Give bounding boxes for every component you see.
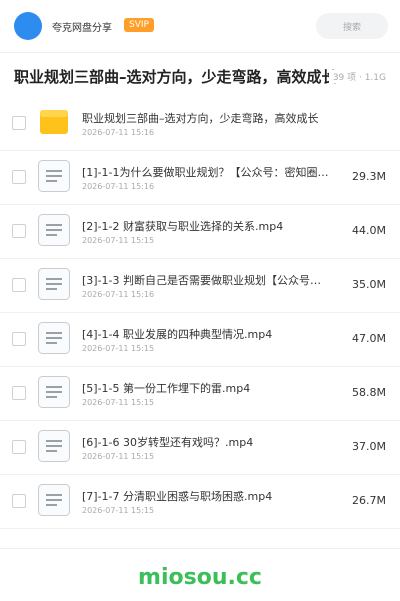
- file-date: 2026-07-11 15:16: [82, 128, 155, 137]
- file-date: 2026-07-11 15:15: [82, 344, 155, 353]
- file-size: 58.8M: [352, 386, 386, 399]
- file-size: 29.3M: [352, 170, 386, 183]
- file-name: [3]-1-3 判断自己是否需要做职业规划【公众号…: [82, 274, 322, 287]
- file-name: [2]-1-2 财富获取与职业选择的关系.mp4: [82, 220, 284, 233]
- file-row[interactable]: [1]-1-1为什么要做职业规划？【公众号：密知圈… 2026-07-11 15…: [0, 150, 400, 205]
- watermark: miosou.cc: [138, 565, 262, 590]
- file-name: [4]-1-4 职业发展的四种典型情况.mp4: [82, 328, 273, 341]
- document-icon: [38, 268, 70, 300]
- file-name: [5]-1-5 第一份工作埋下的雷.mp4: [82, 382, 251, 395]
- file-size: 44.0M: [352, 224, 386, 237]
- file-row[interactable]: [2]-1-2 财富获取与职业选择的关系.mp4 2026-07-11 15:1…: [0, 204, 400, 259]
- file-size: 37.0M: [352, 440, 386, 453]
- row-checkbox[interactable]: [12, 332, 26, 346]
- file-row[interactable]: [4]-1-4 职业发展的四种典型情况.mp4 2026-07-11 15:15…: [0, 312, 400, 367]
- footer: miosou.cc: [0, 548, 400, 601]
- svip-badge: SVIP: [124, 18, 154, 32]
- row-checkbox[interactable]: [12, 440, 26, 454]
- user-name[interactable]: 夸克网盘分享: [52, 19, 112, 34]
- file-size: 35.0M: [352, 278, 386, 291]
- row-checkbox[interactable]: [12, 386, 26, 400]
- file-date: 2026-07-11 15:15: [82, 236, 155, 245]
- search-input[interactable]: 搜索: [316, 13, 388, 39]
- file-row[interactable]: [6]-1-6 30岁转型还有戏吗？.mp4 2026-07-11 15:15 …: [0, 420, 400, 475]
- row-checkbox[interactable]: [12, 278, 26, 292]
- row-checkbox[interactable]: [12, 116, 26, 130]
- document-icon: [38, 214, 70, 246]
- file-date: 2026-07-11 15:16: [82, 182, 155, 191]
- file-date: 2026-07-11 15:15: [82, 398, 155, 407]
- folder-icon: [38, 106, 70, 138]
- row-checkbox[interactable]: [12, 494, 26, 508]
- file-row[interactable]: 职业规划三部曲–选对方向，少走弯路，高效成长 2026-07-11 15:16: [0, 96, 400, 151]
- avatar[interactable]: [14, 12, 42, 40]
- header-bar: 夸克网盘分享 SVIP 搜索: [0, 0, 400, 53]
- file-size: 47.0M: [352, 332, 386, 345]
- file-name: [6]-1-6 30岁转型还有戏吗？.mp4: [82, 436, 254, 449]
- document-icon: [38, 430, 70, 462]
- document-icon: [38, 160, 70, 192]
- search-placeholder: 搜索: [342, 23, 361, 33]
- file-date: 2026-07-11 15:16: [82, 290, 155, 299]
- file-row[interactable]: [7]-1-7 分清职业困惑与职场困惑.mp4 2026-07-11 15:15…: [0, 474, 400, 529]
- document-icon: [38, 484, 70, 516]
- file-name: 职业规划三部曲–选对方向，少走弯路，高效成长: [82, 112, 319, 125]
- file-name: [7]-1-7 分清职业困惑与职场困惑.mp4: [82, 490, 273, 503]
- document-icon: [38, 376, 70, 408]
- row-checkbox[interactable]: [12, 170, 26, 184]
- folder-meta: 39 项 · 1.1G: [328, 70, 386, 83]
- document-icon: [38, 322, 70, 354]
- file-date: 2026-07-11 15:15: [82, 452, 155, 461]
- file-name: [1]-1-1为什么要做职业规划？【公众号：密知圈…: [82, 166, 329, 179]
- file-row[interactable]: [5]-1-5 第一份工作埋下的雷.mp4 2026-07-11 15:15 5…: [0, 366, 400, 421]
- folder-title-row: 职业规划三部曲–选对方向，少走弯路，高效成长 39 项 · 1.1G: [0, 60, 400, 90]
- page-title: 职业规划三部曲–选对方向，少走弯路，高效成长: [14, 68, 337, 86]
- file-size: 26.7M: [352, 494, 386, 507]
- row-checkbox[interactable]: [12, 224, 26, 238]
- file-row[interactable]: [3]-1-3 判断自己是否需要做职业规划【公众号… 2026-07-11 15…: [0, 258, 400, 313]
- file-date: 2026-07-11 15:15: [82, 506, 155, 515]
